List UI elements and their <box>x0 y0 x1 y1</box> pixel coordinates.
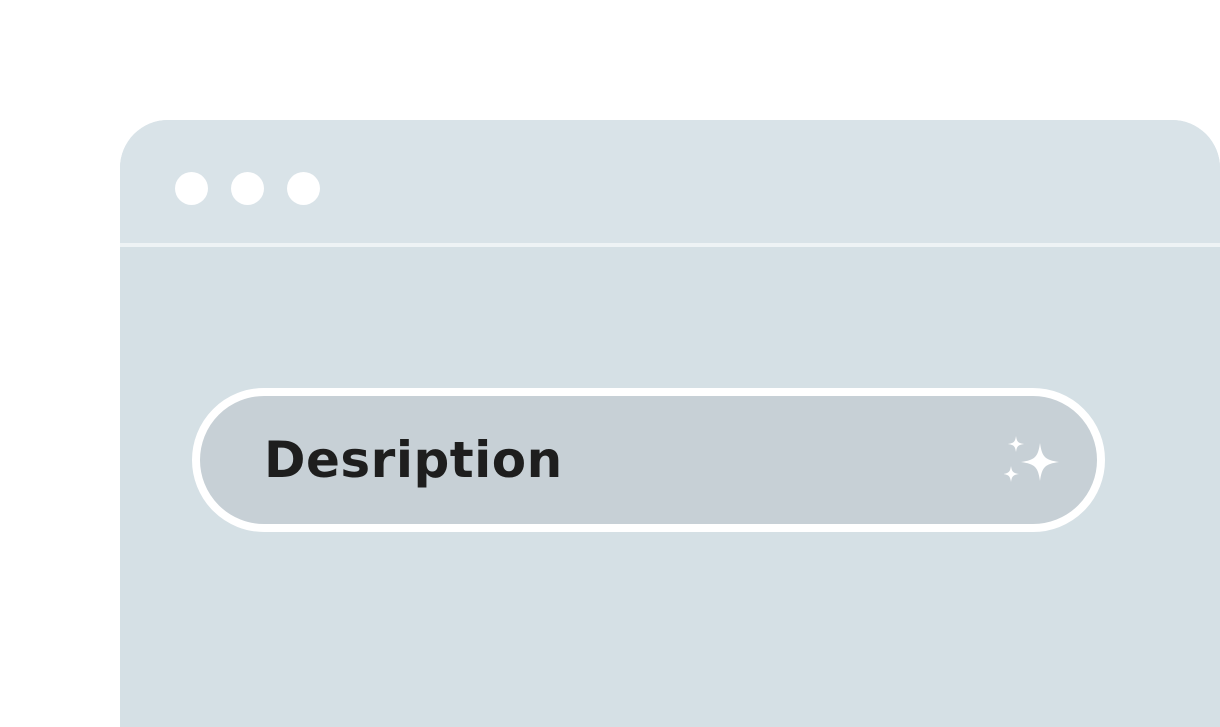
description-field[interactable]: Desription <box>192 388 1105 532</box>
sparkle-icon[interactable] <box>1003 436 1064 496</box>
window-control-dot[interactable] <box>287 172 320 205</box>
browser-window: Desription <box>120 120 1220 727</box>
description-field-label: Desription <box>264 431 563 489</box>
window-control-dot[interactable] <box>175 172 208 205</box>
title-bar <box>120 120 1220 247</box>
window-control-dot[interactable] <box>231 172 264 205</box>
